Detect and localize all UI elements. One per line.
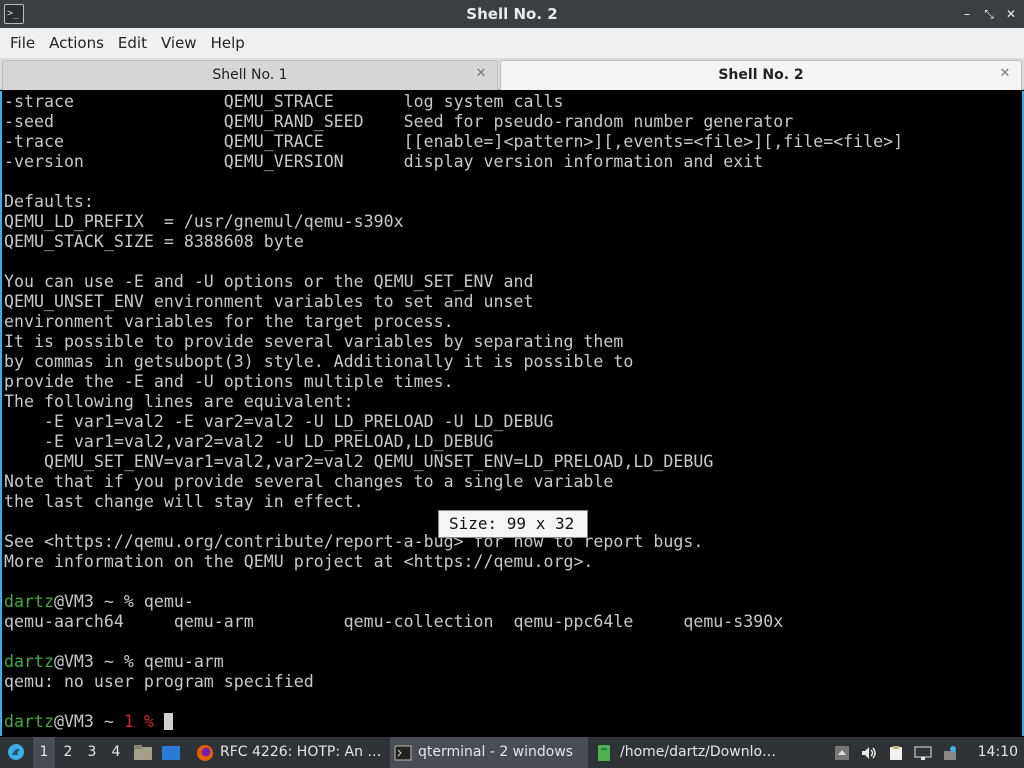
terminal-line: QEMU_STACK_SIZE = 8388608 byte [4, 232, 304, 251]
menu-bar: File Actions Edit View Help [0, 28, 1024, 58]
workspace-3[interactable]: 3 [81, 737, 103, 768]
task-file-manager[interactable]: /home/dartz/Downlo… [592, 737, 792, 768]
terminal-view[interactable]: -strace QEMU_STRACE log system calls -se… [0, 91, 1024, 736]
volume-icon[interactable] [860, 745, 878, 761]
workspace-1[interactable]: 1 [33, 737, 55, 768]
terminal-line: -strace QEMU_STRACE log system calls [4, 92, 564, 111]
tab-shell-1[interactable]: Shell No. 1 ✕ [2, 60, 498, 90]
terminal-line: -E var1=val2,var2=val2 -U LD_PRELOAD,LD_… [4, 432, 494, 451]
prompt-exit-status: 1 % [123, 712, 154, 731]
menu-edit[interactable]: Edit [111, 34, 154, 52]
task-label: /home/dartz/Downlo… [620, 744, 777, 760]
tab-bar: Shell No. 1 ✕ Shell No. 2 ✕ [0, 58, 1024, 90]
menu-help[interactable]: Help [204, 34, 252, 52]
terminal-line: QEMU_LD_PREFIX = /usr/gnemul/qemu-s390x [4, 212, 404, 231]
prompt-command: @VM3 ~ % qemu- [53, 592, 194, 611]
terminal-line: Defaults: [4, 192, 94, 211]
clipboard-icon[interactable] [888, 745, 904, 761]
system-tray [834, 737, 958, 768]
terminal-line: QEMU_SET_ENV=var1=val2,var2=val2 QEMU_UN… [4, 452, 714, 471]
maximize-button[interactable]: ⤡ [982, 7, 996, 21]
tab-close-icon[interactable]: ✕ [473, 66, 489, 82]
window-controls: – ⤡ ✕ [960, 0, 1018, 28]
tab-shell-2[interactable]: Shell No. 2 ✕ [500, 60, 1022, 90]
firefox-icon [197, 744, 213, 761]
desktop-icon[interactable] [161, 737, 183, 768]
terminal-line: -E var1=val2 -E var2=val2 -U LD_PRELOAD … [4, 412, 554, 431]
workspace-4[interactable]: 4 [105, 737, 127, 768]
prompt-line[interactable]: dartz@VM3 ~ 1 % [4, 712, 903, 732]
terminal-line: The following lines are equivalent: [4, 392, 354, 411]
start-menu-icon[interactable] [6, 737, 26, 768]
size-tooltip: Size: 99 x 32 [438, 510, 588, 538]
prompt-user: dartz [4, 652, 54, 671]
completion-list: qemu-aarch64 qemu-arm qemu-collection qe… [4, 612, 784, 631]
terminal-line: You can use -E and -U options or the QEM… [4, 272, 534, 291]
terminal-line: -seed QEMU_RAND_SEED Seed for pseudo-ran… [4, 112, 794, 131]
terminal-line: provide the -E and -U options multiple t… [4, 372, 454, 391]
terminal-line: the last change will stay in effect. [4, 492, 364, 511]
window-titlebar: >_ Shell No. 2 – ⤡ ✕ [0, 0, 1024, 28]
task-label: qterminal - 2 windows [418, 744, 574, 760]
tab-close-icon[interactable]: ✕ [997, 66, 1013, 82]
terminal-output: -strace QEMU_STRACE log system calls -se… [4, 92, 903, 732]
task-qterminal[interactable]: qterminal - 2 windows [390, 737, 588, 768]
terminal-line: More information on the QEMU project at … [4, 552, 594, 571]
folder-icon [598, 744, 610, 761]
task-firefox[interactable]: RFC 4226: HOTP: An … [192, 737, 384, 768]
workspace-2[interactable]: 2 [57, 737, 79, 768]
prompt-host: @VM3 ~ [53, 712, 124, 731]
close-button[interactable]: ✕ [1004, 7, 1018, 21]
terminal-line: environment variables for the target pro… [4, 312, 454, 331]
files-launcher-icon[interactable] [133, 737, 155, 768]
update-icon[interactable] [942, 745, 958, 761]
eject-icon[interactable] [834, 745, 850, 761]
minimize-button[interactable]: – [960, 7, 974, 21]
task-label: RFC 4226: HOTP: An … [220, 744, 382, 760]
tab-label: Shell No. 2 [718, 67, 804, 83]
menu-actions[interactable]: Actions [42, 34, 111, 52]
network-icon[interactable] [914, 745, 932, 761]
prompt-user: dartz [4, 712, 54, 731]
clock[interactable]: 14:10 [978, 737, 1018, 768]
terminal-line: by commas in getsubopt(3) style. Additio… [4, 352, 634, 371]
menu-view[interactable]: View [154, 34, 204, 52]
terminal-line: Note that if you provide several changes… [4, 472, 614, 491]
prompt-user: dartz [4, 592, 54, 611]
prompt-trail [154, 712, 164, 731]
terminal-line: -version QEMU_VERSION display version in… [4, 152, 764, 171]
error-output: qemu: no user program specified [4, 672, 314, 691]
prompt-line: dartz@VM3 ~ % qemu- [4, 592, 903, 612]
terminal-line: It is possible to provide several variab… [4, 332, 624, 351]
prompt-command: @VM3 ~ % qemu-arm [53, 652, 224, 671]
taskbar: 1 2 3 4 RFC 4226: HOTP: An … qterminal -… [0, 737, 1024, 768]
tab-label: Shell No. 1 [212, 67, 288, 83]
text-cursor [163, 713, 173, 730]
terminal-line: -trace QEMU_TRACE [[enable=]<pattern>][,… [4, 132, 904, 151]
window-title: Shell No. 2 [466, 5, 558, 23]
menu-file[interactable]: File [3, 34, 42, 52]
terminal-icon [394, 745, 412, 760]
prompt-line: dartz@VM3 ~ % qemu-arm [4, 652, 903, 672]
terminal-line: QEMU_UNSET_ENV environment variables to … [4, 292, 534, 311]
